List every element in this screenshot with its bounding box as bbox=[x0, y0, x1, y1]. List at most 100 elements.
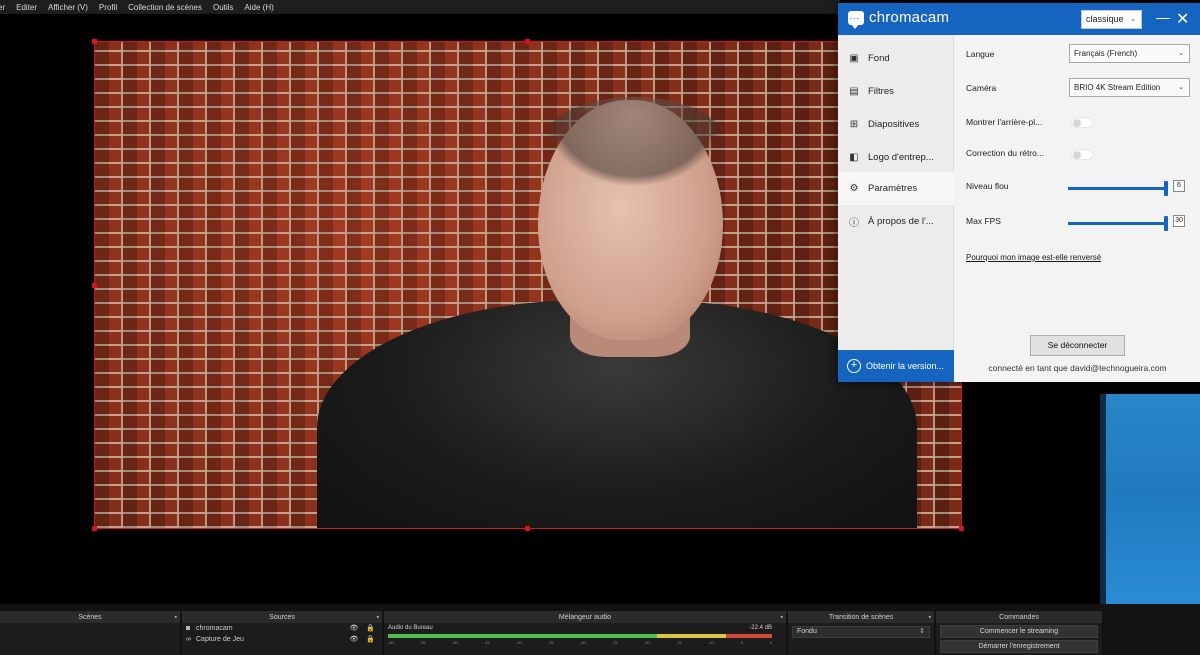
theme-select[interactable]: classique ⌄ bbox=[1081, 10, 1142, 29]
dock-pin-icon[interactable]: ▪ bbox=[929, 612, 931, 623]
meter-tick: -50 bbox=[451, 640, 458, 645]
mixer-dock-title: Mélangeur audio ▪ bbox=[384, 612, 786, 623]
meter-tick: -60 bbox=[388, 640, 394, 645]
camera-label: Caméra bbox=[966, 83, 997, 93]
menu-help[interactable]: Aide (H) bbox=[239, 3, 279, 12]
minimize-icon[interactable]: — bbox=[1156, 9, 1170, 25]
theme-value: classique bbox=[1086, 14, 1124, 24]
resize-handle-top-left[interactable] bbox=[92, 39, 97, 44]
mixer-title-text: Mélangeur audio bbox=[558, 614, 612, 621]
meter-tick: -45 bbox=[483, 640, 490, 645]
meter-ticks: -60 -55 -50 -45 -40 -35 -30 -25 -20 -15 … bbox=[388, 640, 772, 646]
mixer-channel: Audio du Bureau -22.4 dB bbox=[384, 623, 786, 633]
filters-icon: ▤ bbox=[849, 86, 859, 97]
nav-item-background[interactable]: ▣ Fond bbox=[838, 42, 954, 75]
upgrade-label: Obtenir la version... bbox=[866, 361, 945, 371]
slider-thumb[interactable] bbox=[1164, 181, 1168, 196]
dock-pin-icon[interactable]: ▪ bbox=[175, 612, 177, 623]
meter-tick: -20 bbox=[643, 640, 650, 645]
dock-pin-icon[interactable]: ▪ bbox=[781, 612, 783, 623]
language-select[interactable]: Français (French) ⌄ bbox=[1069, 44, 1190, 63]
slides-icon: ⊞ bbox=[849, 119, 859, 130]
resize-handle-left[interactable] bbox=[92, 283, 97, 288]
audio-mixer-dock: Mélangeur audio ▪ Audio du Bureau -22.4 d… bbox=[384, 611, 786, 655]
nav-item-logo[interactable]: ◧ Logo d'entrep... bbox=[838, 141, 954, 174]
nav-label: Filtres bbox=[868, 86, 894, 97]
nav-item-settings[interactable]: ⚙ Paramètres bbox=[838, 172, 954, 205]
blur-level-slider[interactable] bbox=[1068, 181, 1168, 196]
blur-level-value[interactable]: 6 bbox=[1173, 180, 1185, 192]
controls-title-text: Commandes bbox=[999, 614, 1039, 621]
meter-tick: -35 bbox=[547, 640, 554, 645]
camera-icon: ◙ bbox=[186, 625, 191, 632]
max-fps-label: Max FPS bbox=[966, 216, 1001, 226]
chromacam-titlebar[interactable]: ··· chromacam classique ⌄ — ✕ bbox=[838, 3, 1200, 35]
gear-icon: ⚙ bbox=[849, 183, 859, 194]
chat-dots-icon: ··· bbox=[850, 16, 860, 23]
dock-pin-icon[interactable]: ▪ bbox=[377, 612, 379, 623]
meter-tick: -15 bbox=[675, 640, 682, 645]
meter-tick: 0 bbox=[769, 640, 772, 645]
scenes-title-text: Scènes bbox=[78, 614, 102, 621]
chromacam-window: ··· chromacam classique ⌄ — ✕ ▣ Fond ▤ Filt… bbox=[838, 3, 1200, 382]
nav-item-filters[interactable]: ▤ Filtres bbox=[838, 75, 954, 108]
meter-tick: -30 bbox=[579, 640, 586, 645]
menu-tools[interactable]: Outils bbox=[208, 3, 239, 12]
mirrored-image-help-link[interactable]: Pourquoi mon image est-elle renversé bbox=[966, 253, 1101, 262]
sources-dock-title: Sources ▪ bbox=[182, 612, 382, 623]
meter-tick: -55 bbox=[419, 640, 426, 645]
source-item[interactable]: ◙ chromacam 👁 🔒 bbox=[182, 623, 382, 634]
language-label: Langue bbox=[966, 49, 995, 59]
backlight-correction-toggle[interactable] bbox=[1071, 149, 1093, 160]
nav-label: Paramètres bbox=[868, 183, 918, 194]
nav-item-about[interactable]: ⓘ À propos de l'... bbox=[838, 205, 954, 238]
transition-select[interactable]: Fondu ⇕ bbox=[792, 626, 930, 638]
info-icon: ⓘ bbox=[849, 218, 859, 229]
source-name: chromacam bbox=[196, 625, 233, 632]
volume-meter bbox=[388, 634, 772, 638]
chromacam-sidebar: ▣ Fond ▤ Filtres ⊞ Diapositives ◧ Logo d'ent… bbox=[838, 35, 954, 382]
resize-handle-bottom[interactable] bbox=[525, 526, 530, 531]
scenes-dock: Scènes ▪ bbox=[0, 611, 180, 655]
menu-profile[interactable]: Profil bbox=[94, 3, 123, 12]
webcam-source-frame[interactable] bbox=[94, 41, 962, 529]
screen: er Editer Afficher (V) Profil Collection… bbox=[0, 0, 1200, 655]
blur-level-label: Niveau flou bbox=[966, 181, 1009, 191]
visibility-lock-controls[interactable]: 👁 🔒 bbox=[349, 623, 378, 634]
obs-docks: Scènes ▪ Sources ▪ ◙ chromacam 👁 🔒 ∞ Capture… bbox=[0, 604, 1200, 655]
camera-select[interactable]: BRIO 4K Stream Edition ⌄ bbox=[1069, 78, 1190, 97]
chevron-down-icon: ⌄ bbox=[1130, 16, 1136, 23]
person-hair bbox=[543, 97, 725, 187]
resize-handle-bottom-left[interactable] bbox=[92, 526, 97, 531]
menu-scene-collection[interactable]: Collection de scènes bbox=[123, 3, 208, 12]
upgrade-button[interactable]: + Obtenir la version... bbox=[838, 350, 954, 382]
menu-file[interactable]: er bbox=[0, 3, 11, 12]
meter-tick: -10 bbox=[707, 640, 714, 645]
source-item[interactable]: ∞ Capture de Jeu 👁 🔒 bbox=[182, 634, 382, 645]
settings-panel: Langue Français (French) ⌄ Caméra BRIO 4K… bbox=[955, 35, 1200, 382]
transition-title-text: Transition de scènes bbox=[828, 614, 894, 621]
plus-circle-icon: + bbox=[847, 359, 861, 373]
nav-label: Logo d'entrep... bbox=[868, 152, 934, 163]
menu-view[interactable]: Afficher (V) bbox=[43, 3, 94, 12]
meter-tick: -5 bbox=[739, 640, 744, 645]
mixer-channel-name: Audio du Bureau bbox=[388, 625, 433, 631]
max-fps-value[interactable]: 30 bbox=[1173, 215, 1185, 227]
nav-item-slides[interactable]: ⊞ Diapositives bbox=[838, 108, 954, 141]
menu-edit[interactable]: Editer bbox=[11, 3, 43, 12]
resize-handle-top[interactable] bbox=[525, 39, 530, 44]
show-background-toggle[interactable] bbox=[1071, 117, 1093, 128]
slider-thumb[interactable] bbox=[1164, 216, 1168, 231]
max-fps-slider[interactable] bbox=[1068, 216, 1168, 231]
logo-icon: ◧ bbox=[849, 152, 859, 163]
language-value: Français (French) bbox=[1074, 49, 1138, 58]
start-recording-button[interactable]: Démarrer l'enregistrement bbox=[940, 640, 1098, 653]
disconnect-button[interactable]: Se déconnecter bbox=[1030, 335, 1125, 356]
nav-label: Fond bbox=[868, 53, 890, 64]
resize-handle-bottom-right[interactable] bbox=[959, 526, 964, 531]
start-streaming-button[interactable]: Commencer le streaming bbox=[940, 625, 1098, 638]
close-icon[interactable]: ✕ bbox=[1176, 9, 1189, 29]
app-title: chromacam bbox=[869, 9, 950, 26]
visibility-lock-controls[interactable]: 👁 🔒 bbox=[349, 634, 378, 645]
backlight-correction-label: Correction du rétro... bbox=[966, 148, 1044, 158]
